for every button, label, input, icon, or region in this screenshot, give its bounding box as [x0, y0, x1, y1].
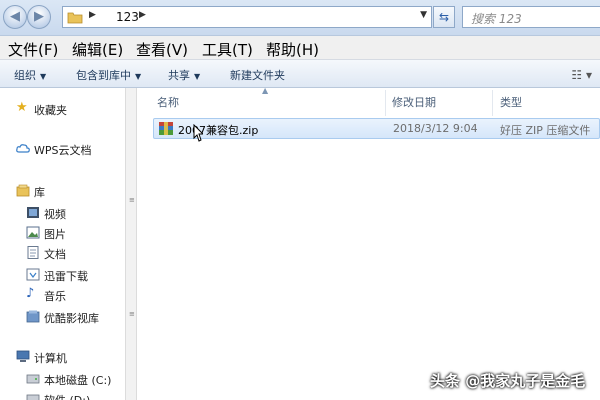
nav-item-favorites[interactable]: ★ 收藏夹	[0, 100, 125, 118]
forward-button[interactable]: ▶	[27, 5, 51, 29]
nav-label: 迅雷下载	[44, 270, 88, 283]
address-dropdown-icon[interactable]: ▼	[420, 10, 427, 20]
navigation-pane: ★ 收藏夹 WPS云文档 库 视频 图片 文档 迅雷下载 ♪ 音乐 优酷影视库 …	[0, 88, 125, 400]
nav-item-youku[interactable]: 优酷影视库	[0, 308, 125, 326]
menu-bar: 文件(F) 编辑(E) 查看(V) 工具(T) 帮助(H)	[0, 36, 600, 60]
navigation-scrollbar[interactable]: ≡ ≡	[125, 88, 137, 400]
share-label: 共享	[168, 69, 190, 82]
nav-item-libraries[interactable]: 库	[0, 182, 125, 200]
video-icon	[27, 207, 39, 218]
nav-label: 图片	[44, 228, 66, 241]
organize-button[interactable]: 组织 ▼	[14, 67, 46, 83]
back-arrow-icon: ◀	[10, 9, 20, 24]
menu-file[interactable]: 文件(F)	[8, 39, 58, 60]
column-divider[interactable]	[385, 90, 386, 116]
column-header-modified[interactable]: 修改日期	[392, 94, 436, 110]
refresh-icon: ⇆	[438, 10, 450, 24]
nav-item-wps-cloud[interactable]: WPS云文档	[0, 140, 125, 158]
nav-item-software-d[interactable]: 软件 (D:)	[0, 390, 125, 400]
nav-label: 库	[34, 186, 45, 199]
scroll-grip-icon: ≡	[129, 196, 135, 204]
include-in-library-label: 包含到库中	[76, 69, 131, 82]
column-header-name[interactable]: 名称	[157, 94, 179, 110]
file-name[interactable]: 2007兼容包.zip	[178, 122, 258, 138]
nav-item-computer[interactable]: 计算机	[0, 348, 125, 366]
file-row[interactable]: 2007兼容包.zip 2018/3/12 9:04 好压 ZIP 压缩文件	[153, 118, 600, 139]
download-folder-icon	[26, 268, 40, 281]
address-bar[interactable]: ▶ 123 ▶ ▼	[62, 6, 432, 28]
breadcrumb-chevron-icon[interactable]: ▶	[89, 10, 96, 20]
watermark-text: 头条 @我家丸子是金毛	[430, 372, 586, 390]
folder-icon	[67, 12, 83, 24]
mouse-cursor-icon	[193, 124, 203, 142]
nav-label: WPS云文档	[34, 144, 92, 157]
nav-label: 收藏夹	[34, 104, 67, 117]
file-list-pane: ▲ 名称 修改日期 类型 2007兼容包.zip 2018/3/12 9:04 …	[137, 86, 600, 400]
hard-drive-icon	[26, 374, 40, 384]
chevron-down-icon: ▼	[194, 72, 201, 81]
breadcrumb-folder[interactable]: 123	[116, 10, 139, 24]
column-divider[interactable]	[492, 90, 493, 116]
nav-item-pictures[interactable]: 图片	[0, 224, 125, 242]
nav-label: 文档	[44, 248, 66, 261]
library-icon	[16, 184, 30, 197]
back-button[interactable]: ◀	[3, 5, 27, 29]
column-header-type[interactable]: 类型	[500, 94, 522, 110]
address-bar-row: ◀ ▶ ▶ 123 ▶ ▼ ⇆ 搜索 123	[0, 0, 600, 36]
nav-label: 优酷影视库	[44, 312, 99, 325]
nav-item-local-disk-c[interactable]: 本地磁盘 (C:)	[0, 370, 125, 388]
new-folder-button[interactable]: 新建文件夹	[230, 67, 285, 83]
hard-drive-icon	[26, 394, 40, 400]
file-modified-date: 2018/3/12 9:04	[393, 122, 478, 135]
document-icon	[27, 246, 39, 259]
zip-archive-icon	[159, 122, 173, 135]
star-icon: ★	[16, 100, 28, 115]
include-in-library-button[interactable]: 包含到库中 ▼	[76, 67, 141, 83]
organize-label: 组织	[14, 69, 36, 82]
computer-icon	[16, 350, 30, 362]
menu-help[interactable]: 帮助(H)	[266, 39, 319, 60]
nav-label: 视频	[44, 208, 66, 221]
nav-item-music[interactable]: ♪ 音乐	[0, 286, 125, 304]
forward-arrow-icon: ▶	[34, 9, 44, 24]
nav-item-videos[interactable]: 视频	[0, 204, 125, 222]
cloud-icon	[16, 144, 30, 153]
nav-label: 本地磁盘 (C:)	[44, 374, 112, 387]
nav-item-documents[interactable]: 文档	[0, 244, 125, 262]
view-options-icon[interactable]: ☷ ▾	[571, 68, 592, 82]
search-input[interactable]: 搜索 123	[462, 6, 600, 28]
chevron-down-icon: ▼	[135, 72, 142, 81]
nav-label: 计算机	[34, 352, 67, 365]
music-note-icon: ♪	[26, 286, 35, 301]
file-type: 好压 ZIP 压缩文件	[500, 124, 591, 137]
menu-view[interactable]: 查看(V)	[136, 39, 188, 60]
picture-icon	[26, 226, 40, 239]
command-toolbar: 组织 ▼ 包含到库中 ▼ 共享 ▼ 新建文件夹 ☷ ▾	[0, 60, 600, 88]
nav-label: 音乐	[44, 290, 66, 303]
nav-label: 软件 (D:)	[44, 392, 90, 400]
menu-tools[interactable]: 工具(T)	[202, 39, 253, 60]
share-button[interactable]: 共享 ▼	[168, 67, 200, 83]
chevron-down-icon: ▼	[40, 72, 47, 81]
search-placeholder: 搜索 123	[471, 12, 522, 26]
breadcrumb-chevron-icon[interactable]: ▶	[139, 10, 146, 20]
sort-ascending-icon: ▲	[262, 86, 269, 95]
menu-edit[interactable]: 编辑(E)	[72, 39, 123, 60]
media-library-icon	[26, 310, 40, 323]
scroll-grip-icon: ≡	[129, 310, 135, 318]
refresh-button[interactable]: ⇆	[433, 6, 455, 28]
nav-item-thunder-downloads[interactable]: 迅雷下载	[0, 266, 125, 284]
